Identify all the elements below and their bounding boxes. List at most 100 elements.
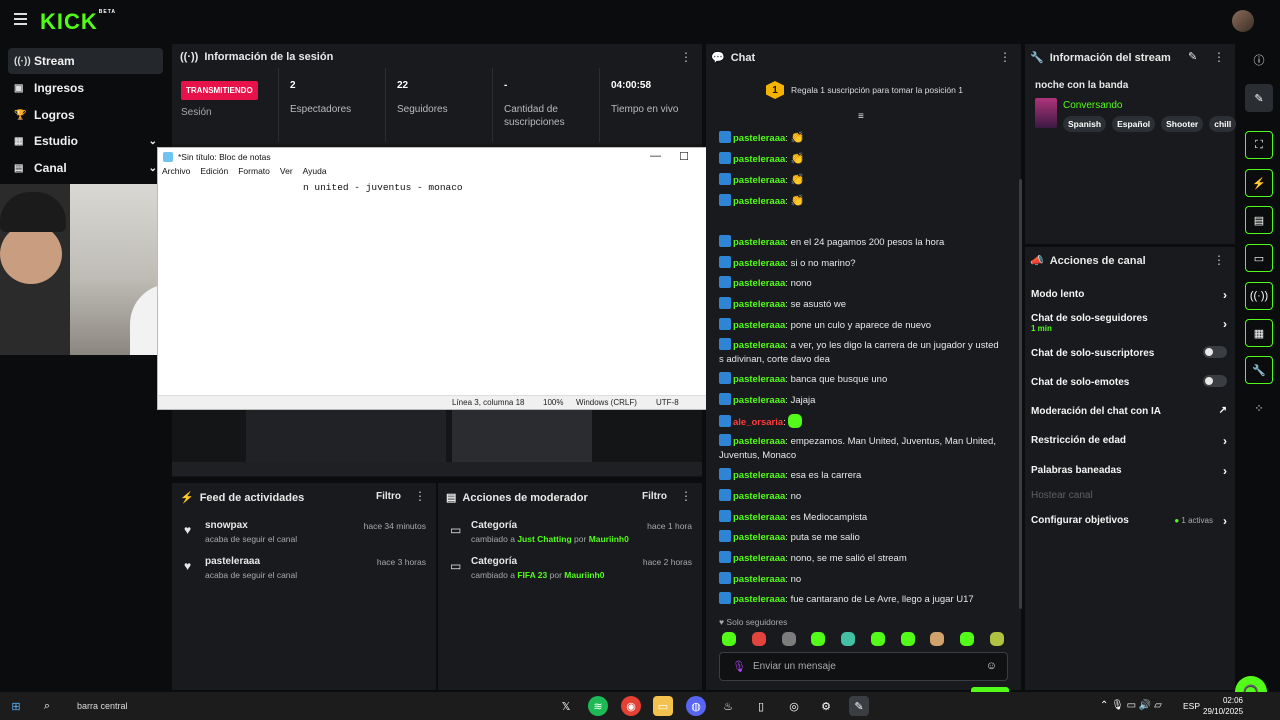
edit-icon[interactable]: ✎: [1188, 50, 1197, 63]
activity-user[interactable]: pasteleraaa: [205, 556, 260, 567]
sidebar-item-stream[interactable]: ((·)) Stream: [8, 48, 163, 74]
emote-icon[interactable]: [811, 632, 826, 646]
chrome-icon[interactable]: ◉: [621, 696, 641, 716]
followers-only-row[interactable]: Chat de solo-seguidores 1 min ›: [1031, 313, 1227, 333]
emote-icon[interactable]: [841, 632, 856, 646]
chat-scrollbar[interactable]: [1019, 179, 1022, 609]
sidebar-item-label: Canal: [34, 161, 67, 175]
more-icon[interactable]: ⋮: [680, 489, 692, 503]
bolt-icon[interactable]: ⚡: [1245, 169, 1273, 197]
filter-button[interactable]: Filtro: [642, 491, 667, 502]
mic-icon[interactable]: 🎙: [732, 660, 746, 673]
notes-icon[interactable]: ▤: [1245, 206, 1273, 234]
emote-icon[interactable]: [781, 632, 796, 646]
emote-icon[interactable]: [989, 632, 1004, 646]
clipboard-icon: ▤: [446, 492, 457, 504]
sidebar-item-ingresos[interactable]: ▣ Ingresos: [8, 75, 163, 101]
emote-icon[interactable]: [722, 632, 736, 646]
maximize-icon[interactable]: ☐: [679, 150, 689, 163]
stream-icon[interactable]: ((·)): [1245, 282, 1273, 310]
expand-icon[interactable]: ⛶: [1245, 131, 1273, 159]
stream-tags: Spanish Español Shooter chill: [1063, 116, 1237, 132]
menu-ayuda[interactable]: Ayuda: [303, 166, 327, 180]
more-icon[interactable]: ⋮: [414, 489, 426, 503]
emotes-only-toggle[interactable]: [1203, 375, 1227, 387]
megaphone-icon: 📣: [1030, 255, 1044, 267]
kick-logo[interactable]: KICKBETA: [40, 9, 116, 35]
sidebar-item-canal[interactable]: ▤ Canal ⌄: [8, 155, 163, 181]
tag[interactable]: Español: [1112, 116, 1156, 132]
menu-formato[interactable]: Formato: [238, 166, 270, 180]
spotify-icon[interactable]: ≋: [588, 696, 608, 716]
layout-icon[interactable]: ▦: [1245, 319, 1273, 347]
obs-icon[interactable]: ◎: [784, 696, 804, 716]
emote-icon[interactable]: [960, 632, 975, 646]
filter-button[interactable]: Filtro: [376, 491, 401, 502]
sidebar-item-estudio[interactable]: ▦ Estudio ⌄: [8, 128, 163, 154]
menu-archivo[interactable]: Archivo: [162, 166, 190, 180]
tray-icons[interactable]: ⌃ 🎙 ▭ 🔊 ▱: [1100, 700, 1162, 711]
clock[interactable]: 02:06 29/10/2025: [1203, 695, 1243, 717]
x-app-icon[interactable]: 𝕏: [556, 696, 576, 716]
chat-message: pasteleraaa: nono, se me salió el stream: [719, 551, 1001, 566]
slow-mode-row[interactable]: Modo lento ›: [1031, 288, 1227, 302]
gift-sub-text[interactable]: Regala 1 suscripción para tomar la posic…: [791, 85, 963, 95]
emote-icon[interactable]: [870, 632, 885, 646]
more-icon[interactable]: ⋮: [999, 50, 1011, 64]
heart-icon: ♥: [184, 523, 192, 537]
emoji-icon[interactable]: ☺: [986, 660, 997, 672]
settings-icon[interactable]: ⚙: [816, 696, 836, 716]
emote-icon[interactable]: [751, 632, 766, 646]
steam-icon[interactable]: ♨: [718, 696, 738, 716]
pin-icon[interactable]: ≡: [858, 111, 864, 122]
subs-only-toggle[interactable]: [1203, 346, 1227, 358]
more-icon[interactable]: ⋮: [1213, 253, 1225, 267]
menu-ver[interactable]: Ver: [280, 166, 293, 180]
chat-icon[interactable]: ▭: [1245, 244, 1273, 272]
activity-user[interactable]: snowpax: [205, 520, 248, 531]
revenue-icon: ▣: [14, 82, 24, 94]
menu-icon[interactable]: [14, 13, 27, 25]
subs-only-row: Chat de solo-suscriptores: [1031, 346, 1227, 359]
discord-icon[interactable]: ◍: [686, 696, 706, 716]
notepad-app-icon[interactable]: ✎: [849, 696, 869, 716]
pencil-icon[interactable]: ✎: [1245, 84, 1273, 112]
sidebar-item-label: Stream: [34, 54, 75, 68]
windows-taskbar: ⊞ ⌕ barra central 𝕏 ≋ ◉ ▭ ◍ ♨ ▯ ◎ ⚙ ✎ ⌃ …: [0, 692, 1280, 720]
minimize-icon[interactable]: —: [650, 150, 661, 162]
apps-icon[interactable]: ⁘: [1245, 394, 1273, 422]
wrench-icon[interactable]: 🔧: [1245, 356, 1273, 384]
info-icon[interactable]: ⓘ: [1245, 46, 1273, 74]
ai-mod-row[interactable]: Moderación del chat con IA ↗: [1031, 405, 1227, 417]
search-icon[interactable]: ⌕: [37, 696, 57, 716]
panel-title: Acciones de canal: [1049, 254, 1146, 267]
bolt-icon: ⚡: [180, 492, 194, 504]
goals-row[interactable]: Configurar objetivos ● 1 activas ›: [1031, 514, 1227, 528]
language-indicator[interactable]: ESP: [1183, 701, 1200, 711]
notepad-window[interactable]: *Sin título: Bloc de notas — ☐ ✕ Archivo…: [157, 147, 728, 410]
stream-category[interactable]: Conversando: [1063, 100, 1122, 111]
tag[interactable]: Spanish: [1063, 116, 1107, 132]
more-icon[interactable]: ⋮: [680, 50, 692, 64]
taskbar-search-text[interactable]: barra central: [77, 701, 128, 711]
tag[interactable]: Shooter: [1161, 116, 1204, 132]
tag[interactable]: chill: [1209, 116, 1237, 132]
notepad-text[interactable]: n united - juventus - monaco: [303, 182, 463, 193]
followers-only-notice: ♥ Solo seguidores: [719, 617, 788, 627]
windows-start-icon[interactable]: ⊞: [6, 696, 26, 716]
emote-icon[interactable]: [900, 632, 915, 646]
file-icon[interactable]: ▯: [751, 696, 771, 716]
menu-edicion[interactable]: Edición: [200, 166, 228, 180]
age-restriction-row[interactable]: Restricción de edad ›: [1031, 434, 1227, 448]
chevron-down-icon: ⌄: [148, 162, 157, 174]
chat-input[interactable]: 🎙 Enviar un mensaje ☺: [719, 652, 1008, 681]
emote-icon[interactable]: [930, 632, 945, 646]
category-icon: ▭: [450, 523, 462, 537]
category-thumbnail[interactable]: [1035, 98, 1057, 128]
avatar[interactable]: [1232, 10, 1254, 32]
more-icon[interactable]: ⋮: [1213, 50, 1225, 64]
folder-icon[interactable]: ▭: [653, 696, 673, 716]
sidebar-item-logros[interactable]: 🏆 Logros: [8, 102, 163, 128]
chat-message: pasteleraaa: pone un culo y aparece de n…: [719, 318, 1001, 333]
banned-words-row[interactable]: Palabras baneadas ›: [1031, 464, 1227, 478]
